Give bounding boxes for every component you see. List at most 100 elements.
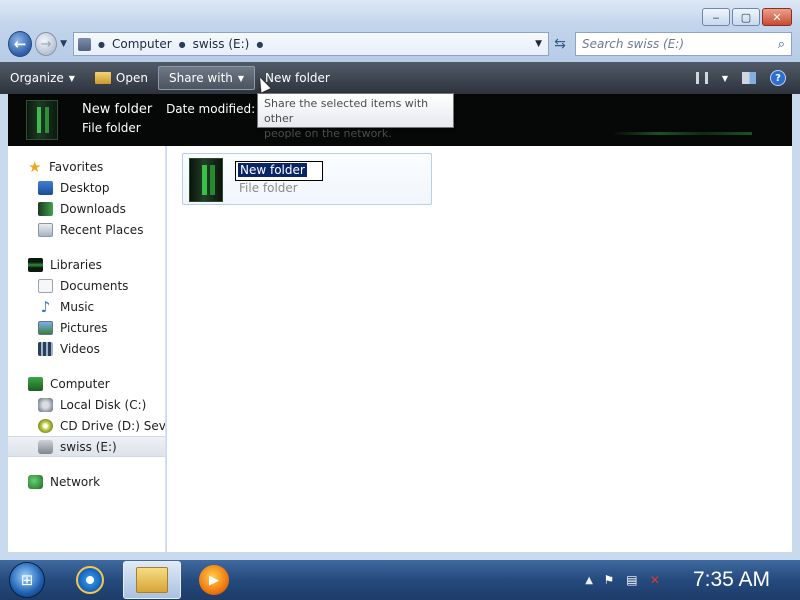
- music-note-icon: ♪: [40, 297, 51, 316]
- sidebar-item-libraries[interactable]: Libraries: [8, 254, 165, 275]
- sidebar-item-swiss[interactable]: swiss (E:): [8, 436, 165, 457]
- documents-icon: [38, 278, 53, 293]
- sidebar-item-label: Libraries: [50, 257, 102, 272]
- rename-text: New folder: [238, 163, 307, 177]
- view-controls: ▼ ?: [695, 70, 800, 86]
- minimize-button[interactable]: ‒: [702, 8, 730, 26]
- file-item-new-folder[interactable]: New folder File folder: [182, 153, 432, 205]
- share-with-tooltip: Share the selected items with other peop…: [257, 93, 454, 140]
- address-history-dropdown[interactable]: ▼: [529, 39, 548, 49]
- breadcrumb-separator-icon[interactable]: ●: [256, 40, 263, 49]
- search-placeholder: Search swiss (E:): [582, 37, 685, 51]
- caption-buttons: ‒ ▢ ✕: [702, 8, 792, 26]
- help-icon[interactable]: ?: [770, 70, 786, 86]
- breadcrumb-separator-icon[interactable]: ●: [179, 40, 186, 49]
- new-folder-label: New folder: [265, 71, 330, 85]
- rename-input[interactable]: New folder: [235, 161, 323, 181]
- sidebar-item-desktop[interactable]: Desktop: [8, 177, 165, 198]
- sidebar-item-label: Documents: [60, 278, 129, 293]
- film-strip-icon: [38, 341, 53, 356]
- taskbar-windows-explorer[interactable]: [123, 561, 181, 599]
- system-tray: ▲ ⚑ ▤ ✕ 7:35 AM: [585, 568, 800, 592]
- sidebar-item-local-disk[interactable]: Local Disk (C:): [8, 394, 165, 415]
- sidebar-item-label: CD Drive (D:) Seven_: [60, 418, 165, 433]
- share-with-button[interactable]: Share with ▼: [157, 66, 256, 90]
- sidebar-item-label: Pictures: [60, 320, 108, 335]
- sidebar-item-label: Recent Places: [60, 222, 144, 237]
- navigation-pane: ★ Favorites Desktop Downloads Recent Pla…: [8, 146, 166, 552]
- downloads-icon: [38, 201, 53, 216]
- forward-button[interactable]: →: [34, 32, 58, 56]
- sidebar-item-documents[interactable]: Documents: [8, 275, 165, 296]
- sidebar-item-computer[interactable]: Computer: [8, 373, 165, 394]
- folder-icon: [189, 158, 223, 202]
- close-button[interactable]: ✕: [762, 8, 792, 26]
- action-center-flag-icon[interactable]: ⚑: [602, 573, 616, 587]
- command-bar: Organize ▼ Open Share with ▼ New folder …: [0, 62, 800, 94]
- sidebar-item-network[interactable]: Network: [8, 471, 165, 492]
- open-button[interactable]: Open: [85, 66, 158, 90]
- sidebar-item-label: Music: [60, 299, 95, 314]
- sidebar-item-downloads[interactable]: Downloads: [8, 198, 165, 219]
- details-type: File folder: [82, 121, 141, 135]
- arrow-right-icon: →: [40, 36, 52, 52]
- network-group: Network: [8, 471, 165, 492]
- network-icon: [28, 474, 43, 489]
- star-icon: ★: [28, 157, 42, 176]
- search-input[interactable]: Search swiss (E:) ⌕: [575, 32, 793, 56]
- pictures-icon: [38, 320, 53, 335]
- file-item-type: File folder: [239, 181, 298, 195]
- breadcrumb-computer[interactable]: Computer: [112, 37, 172, 51]
- organize-button[interactable]: Organize ▼: [0, 66, 85, 90]
- organize-label: Organize: [10, 71, 64, 85]
- sidebar-item-cd-drive[interactable]: CD Drive (D:) Seven_: [8, 415, 165, 436]
- sidebar-item-label: Network: [50, 474, 101, 489]
- folder-thumbnail-icon: [26, 100, 58, 140]
- file-list[interactable]: New folder File folder: [167, 146, 792, 552]
- desktop-icon: [38, 180, 53, 195]
- sidebar-item-music[interactable]: ♪ Music: [8, 296, 165, 317]
- clock[interactable]: 7:35 AM: [693, 568, 770, 592]
- recent-places-icon: [38, 222, 53, 237]
- sidebar-item-pictures[interactable]: Pictures: [8, 317, 165, 338]
- refresh-icon[interactable]: ⇆: [549, 36, 571, 52]
- search-icon[interactable]: ⌕: [778, 37, 785, 52]
- network-status-icon[interactable]: ▤: [625, 573, 639, 587]
- computer-group: Computer Local Disk (C:) CD Drive (D:) S…: [8, 373, 165, 457]
- volume-muted-icon[interactable]: ✕: [648, 573, 662, 587]
- sidebar-item-videos[interactable]: Videos: [8, 338, 165, 359]
- chevron-down-icon[interactable]: ▼: [722, 74, 728, 83]
- hard-disk-icon: [38, 397, 53, 412]
- media-player-icon: ▶: [199, 565, 229, 595]
- libraries-icon: [28, 257, 43, 272]
- recent-pages-dropdown[interactable]: ▼: [60, 39, 67, 49]
- sidebar-item-favorites[interactable]: ★ Favorites: [8, 156, 165, 177]
- address-bar[interactable]: ● Computer ● swiss (E:) ● ▼: [73, 32, 550, 56]
- sidebar-item-label: Favorites: [49, 159, 104, 174]
- sidebar-item-recent-places[interactable]: Recent Places: [8, 219, 165, 240]
- folder-open-icon: [94, 72, 111, 84]
- show-hidden-icons-icon[interactable]: ▲: [585, 575, 593, 586]
- share-with-label: Share with: [168, 71, 233, 85]
- internet-explorer-icon: [76, 566, 104, 594]
- breadcrumb-separator-icon[interactable]: ●: [98, 40, 105, 49]
- taskbar: ⊞ ▶ ▲ ⚑ ▤ ✕ 7:35 AM: [0, 560, 800, 600]
- arrow-left-icon: ←: [13, 35, 27, 53]
- preview-pane-icon[interactable]: [742, 72, 756, 84]
- change-view-icon[interactable]: [695, 72, 708, 84]
- start-button[interactable]: ⊞: [9, 562, 45, 598]
- open-label: Open: [115, 71, 148, 85]
- taskbar-internet-explorer[interactable]: [61, 561, 119, 599]
- taskbar-media-player[interactable]: ▶: [185, 561, 243, 599]
- maximize-button[interactable]: ▢: [732, 8, 760, 26]
- computer-icon: [28, 376, 43, 391]
- sidebar-item-label: Computer: [50, 376, 110, 391]
- sidebar-item-label: Desktop: [60, 180, 110, 195]
- chevron-down-icon: ▼: [237, 73, 245, 83]
- sidebar-item-label: swiss (E:): [60, 439, 117, 454]
- cd-drive-icon: [38, 418, 53, 433]
- back-button[interactable]: ←: [8, 31, 32, 57]
- breadcrumb-swiss[interactable]: swiss (E:): [193, 37, 250, 51]
- navigation-row: ← → ▼ ● Computer ● swiss (E:) ● ▼ ⇆ Sear…: [8, 28, 793, 60]
- libraries-group: Libraries Documents ♪ Music Pictures Vid…: [8, 254, 165, 359]
